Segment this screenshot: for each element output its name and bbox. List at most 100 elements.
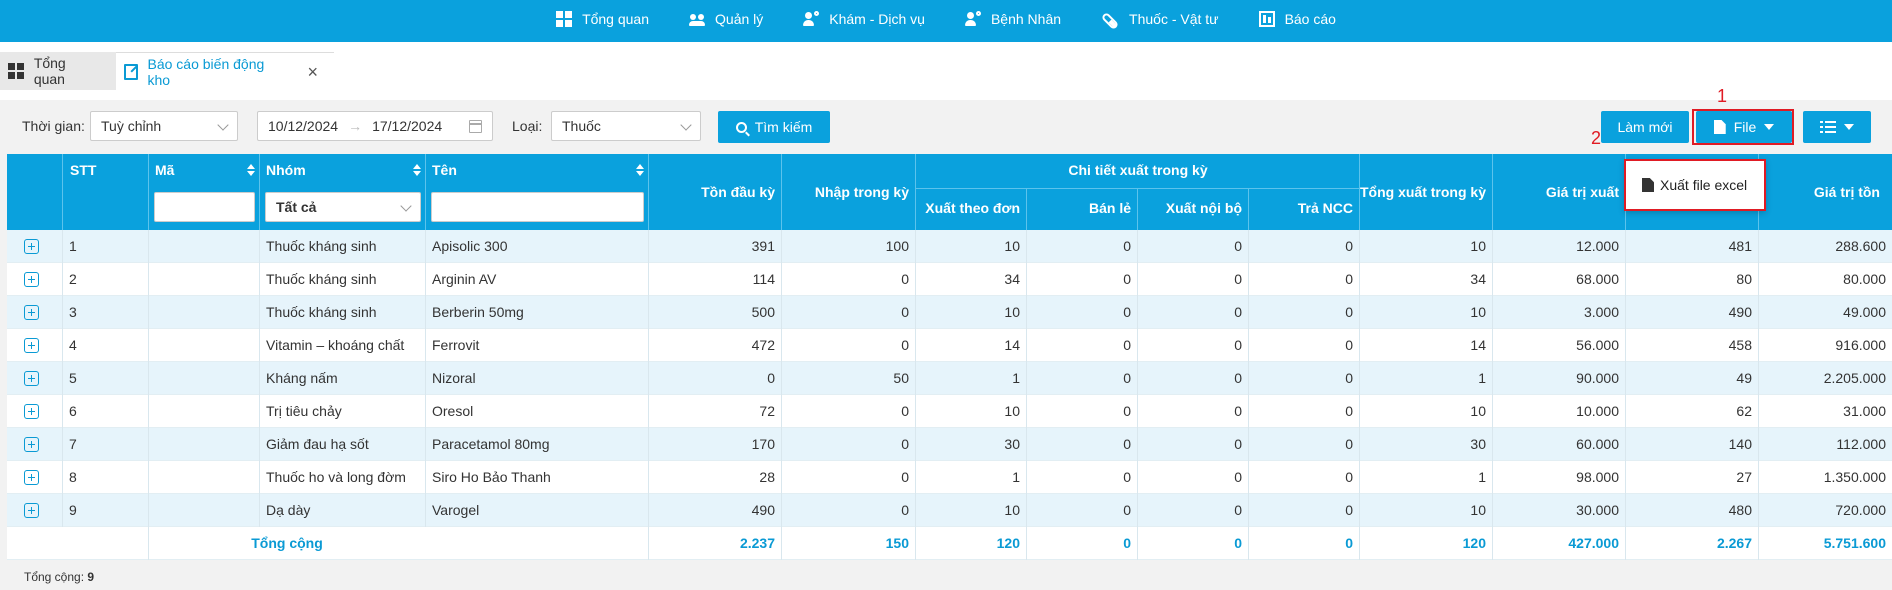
table-row[interactable]: 4 Vitamin – khoáng chất Ferrovit 472 0 14 0 0 0 1… xyxy=(7,329,1892,362)
table-cell: Kháng nấm xyxy=(259,362,425,395)
col-tong-xuat[interactable]: Tổng xuất trong kỳ xyxy=(1359,154,1492,230)
col-xuat-theo-don[interactable]: Xuất theo đơn xyxy=(915,188,1026,230)
header-label: Xuất nội bộ xyxy=(1165,200,1242,216)
tab-bao-cao-bien-dong-kho[interactable]: Báo cáo biến động kho × xyxy=(116,52,334,90)
table-cell: 10 xyxy=(1359,230,1492,263)
header-label: Mã xyxy=(155,162,175,178)
table-cell: 0 xyxy=(1026,494,1137,527)
table-cell: Siro Ho Bảo Thanh xyxy=(425,461,648,494)
table-cell: Arginin AV xyxy=(425,263,648,296)
table-row[interactable]: 6 Trị tiêu chảy Oresol 72 0 10 0 0 0 10 10.000 62 31… xyxy=(7,395,1892,428)
col-gia-tri-ton[interactable]: Giá trị tồn xyxy=(1758,154,1892,230)
ten-filter-input[interactable] xyxy=(431,192,644,222)
table-row[interactable]: 2 Thuốc kháng sinh Arginin AV 114 0 34 0 0 0 34 68… xyxy=(7,263,1892,296)
date-arrow-icon: → xyxy=(348,118,363,134)
time-select[interactable]: Tuỳ chỉnh xyxy=(90,111,238,141)
top-navigation: Tổng quan Quản lý Khám - Dịch vụ Bệnh Nh… xyxy=(0,0,1892,42)
column-options-button[interactable] xyxy=(1803,111,1871,143)
close-icon[interactable]: × xyxy=(307,63,318,81)
table-cell: Vitamin – khoáng chất xyxy=(259,329,425,362)
table-cell: 28 xyxy=(648,461,781,494)
header-label: Tên xyxy=(432,162,457,178)
date-range-picker[interactable]: 10/12/2024 → 17/12/2024 xyxy=(257,111,493,141)
table-cell: 1 xyxy=(1359,461,1492,494)
header-label: Nhập trong kỳ xyxy=(814,184,909,200)
col-xuat-noi-bo[interactable]: Xuất nội bộ xyxy=(1137,188,1248,230)
footer-count: Tổng cộng: 9 xyxy=(24,570,94,584)
expand-cell xyxy=(7,428,62,461)
table-row[interactable]: 8 Thuốc ho và long đờm Siro Ho Bảo Thanh 28… xyxy=(7,461,1892,494)
table-cell: 0 xyxy=(1026,362,1137,395)
col-gia-tri-xuat[interactable]: Giá trị xuất xyxy=(1492,154,1625,230)
table-cell: Oresol xyxy=(425,395,648,428)
total-cell: 150 xyxy=(781,527,915,560)
nav-kham-dich-vu[interactable]: Khám - Dịch vụ xyxy=(783,0,945,40)
table-row[interactable]: 3 Thuốc kháng sinh Berberin 50mg 500 0 10 0 0 0 1… xyxy=(7,296,1892,329)
table-cell: 112.000 xyxy=(1758,428,1892,461)
table-cell: Apisolic 300 xyxy=(425,230,648,263)
ma-filter-input[interactable] xyxy=(154,192,255,222)
table-cell: Ferrovit xyxy=(425,329,648,362)
table-row[interactable]: 9 Dạ dày Varogel 490 0 10 0 0 0 10 30.000 480 720.00… xyxy=(7,494,1892,527)
tab-bar: Tổng quan Báo cáo biến động kho × xyxy=(0,52,334,90)
table-cell: Giảm đau hạ sốt xyxy=(259,428,425,461)
col-ban-le[interactable]: Bán lẻ xyxy=(1026,188,1137,230)
col-nhom[interactable]: Nhóm Tất cả xyxy=(259,154,425,230)
table-cell: 14 xyxy=(915,329,1026,362)
expand-row-icon[interactable] xyxy=(24,503,39,518)
expand-row-icon[interactable] xyxy=(24,470,39,485)
table-cell: Thuốc kháng sinh xyxy=(259,230,425,263)
header-label: Bán lẻ xyxy=(1088,200,1131,216)
nav-thuoc-vat-tu[interactable]: Thuốc - Vật tư xyxy=(1081,0,1239,40)
table-cell: 2.205.000 xyxy=(1758,362,1892,395)
nav-bao-cao[interactable]: Báo cáo xyxy=(1239,0,1356,40)
table-cell: 0 xyxy=(1137,263,1248,296)
table-cell: 472 xyxy=(648,329,781,362)
table-cell: 391 xyxy=(648,230,781,263)
refresh-button[interactable]: Làm mới xyxy=(1601,111,1689,143)
col-tra-ncc[interactable]: Trả NCC xyxy=(1248,188,1359,230)
table-cell: 0 xyxy=(781,494,915,527)
table-cell: 10 xyxy=(915,230,1026,263)
table-cell: 10 xyxy=(1359,296,1492,329)
table-cell: 30.000 xyxy=(1492,494,1625,527)
total-cell: 5.751.600 xyxy=(1758,527,1892,560)
expand-cell xyxy=(7,329,62,362)
table-cell: Thuốc kháng sinh xyxy=(259,263,425,296)
table-row[interactable]: 1 Thuốc kháng sinh Apisolic 300 391 100 10 0 0 0… xyxy=(7,230,1892,263)
type-label: Loại: xyxy=(512,118,543,134)
header-label: Trả NCC xyxy=(1297,200,1353,216)
expand-row-icon[interactable] xyxy=(24,338,39,353)
sort-icon[interactable] xyxy=(413,164,421,176)
header-label: Tổng xuất trong kỳ xyxy=(1360,184,1486,200)
search-button[interactable]: Tìm kiếm xyxy=(718,111,830,143)
col-nhap-trong-ky[interactable]: Nhập trong kỳ xyxy=(781,154,915,230)
expand-row-icon[interactable] xyxy=(24,404,39,419)
expand-row-icon[interactable] xyxy=(24,239,39,254)
nav-benh-nhan[interactable]: Bệnh Nhân xyxy=(945,0,1081,40)
nav-quan-ly[interactable]: Quản lý xyxy=(669,0,783,40)
table-row[interactable]: 7 Giảm đau hạ sốt Paracetamol 80mg 170 0 30 0 0… xyxy=(7,428,1892,461)
export-excel-menu-item[interactable]: Xuất file excel xyxy=(1624,159,1766,211)
expand-row-icon[interactable] xyxy=(24,305,39,320)
table-cell: 0 xyxy=(1248,263,1359,296)
nav-tong-quan[interactable]: Tổng quan xyxy=(536,0,669,40)
col-stt[interactable]: STT xyxy=(62,154,148,230)
expand-row-icon[interactable] xyxy=(24,437,39,452)
table-cell: 30 xyxy=(1359,428,1492,461)
table-cell: 0 xyxy=(1026,329,1137,362)
type-select[interactable]: Thuốc xyxy=(551,111,701,141)
sort-icon[interactable] xyxy=(247,164,255,176)
col-ma[interactable]: Mã xyxy=(148,154,259,230)
sort-icon[interactable] xyxy=(636,164,644,176)
col-ton-dau-ky[interactable]: Tồn đầu kỳ xyxy=(648,154,781,230)
table-cell: 10 xyxy=(1359,494,1492,527)
edit-document-icon xyxy=(124,63,138,80)
nhom-filter-select[interactable]: Tất cả xyxy=(265,192,421,222)
col-ten[interactable]: Tên xyxy=(425,154,648,230)
table-row[interactable]: 5 Kháng nấm Nizoral 0 50 1 0 0 0 1 90.000 49 2.205.0… xyxy=(7,362,1892,395)
table-cell: Dạ dày xyxy=(259,494,425,527)
expand-row-icon[interactable] xyxy=(24,272,39,287)
tab-tong-quan[interactable]: Tổng quan xyxy=(0,52,116,90)
expand-row-icon[interactable] xyxy=(24,371,39,386)
